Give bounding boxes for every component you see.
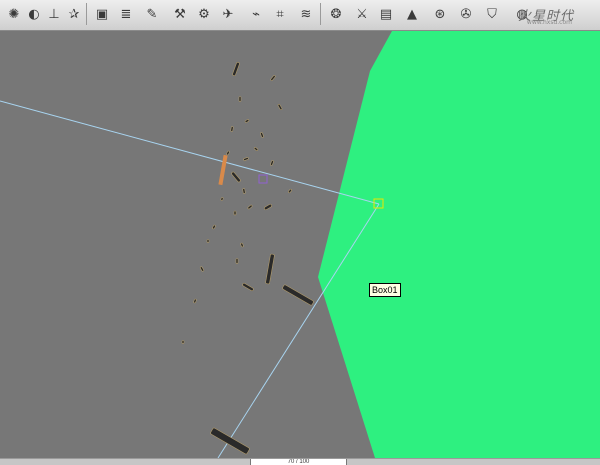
bullet-shell	[212, 224, 216, 230]
bullet-shell	[199, 266, 205, 272]
plane-icon[interactable]: ✈	[218, 3, 238, 25]
shirt-icon[interactable]: ⛉	[482, 3, 502, 25]
toolset-icon[interactable]: ⚔	[352, 3, 372, 25]
bullet-shell	[181, 340, 185, 344]
watermark-url: www.hxsd.com	[526, 19, 572, 26]
bullet-shell	[230, 126, 234, 132]
particle-system-icon[interactable]: ✺	[4, 3, 24, 25]
bullet-shell	[247, 204, 253, 210]
emitter-gizmo	[218, 154, 228, 186]
bullet-shell	[242, 282, 254, 292]
green-plane[interactable]	[318, 31, 600, 458]
wheel-icon[interactable]: ⊛	[430, 3, 450, 25]
knot-icon[interactable]: ❂	[326, 3, 346, 25]
bullet-shell	[270, 75, 276, 81]
viewport-scene[interactable]	[0, 31, 600, 458]
object-name-label: Box01	[369, 283, 401, 297]
bullet-shell	[244, 119, 250, 123]
bullet-shell	[193, 298, 197, 304]
display-panel-icon[interactable]: ▣	[92, 3, 112, 25]
perspective-viewport[interactable]: Box01	[0, 31, 600, 458]
coordinate-readout: 70 / 100	[250, 459, 347, 465]
cylinder-icon[interactable]: ▤	[376, 3, 396, 25]
star-figure-icon[interactable]: ✰	[64, 3, 84, 25]
bullet-shell	[270, 160, 274, 166]
bridge-icon[interactable]: ⌗	[270, 3, 290, 25]
bullet-shell	[288, 188, 292, 194]
bullet-shell	[232, 62, 240, 76]
database-stack-icon[interactable]: ≣	[116, 3, 136, 25]
hand-dryer-icon[interactable]: ⌁	[246, 3, 266, 25]
main-toolbar: ✺ ◐ ⊥ ✰ ▣ ≣ ✎ ⚒ ⚙ ✈ ⌁ ⌗ ≋ ❂ ⚔ ▤ ▲ ⊛ ✇ ⛉ ◍	[0, 0, 600, 31]
fan-icon[interactable]: ✇	[456, 3, 476, 25]
wave-icon[interactable]: ≋	[296, 3, 316, 25]
toolbar-separator	[320, 3, 321, 25]
link-line-top	[0, 100, 380, 205]
bullet-shell	[260, 132, 264, 138]
pushpin-icon[interactable]: ⊥	[44, 3, 64, 25]
bullet-shell	[240, 242, 244, 248]
bullet-shell	[206, 239, 210, 243]
bullet-shell	[243, 157, 249, 161]
bullet-shell	[235, 258, 239, 264]
bullet-shell	[238, 96, 242, 102]
cone-icon[interactable]: ▲	[402, 3, 422, 25]
bullet-shell	[282, 284, 314, 306]
soccer-ball-icon[interactable]: ◐	[24, 3, 44, 25]
bullet-shell	[277, 103, 283, 111]
bullet-shell	[226, 150, 230, 156]
hammer-icon[interactable]: ⚒	[170, 3, 190, 25]
toolbar-separator	[86, 3, 87, 25]
brush-icon[interactable]: ✎	[142, 3, 162, 25]
bullet-shell	[210, 427, 250, 455]
bullet-shell	[242, 188, 246, 194]
bullet-shell	[253, 147, 259, 151]
particle-emitter-icon[interactable]	[258, 174, 268, 184]
bullet-shell	[233, 210, 237, 216]
bullet-shell	[231, 171, 241, 183]
gear-icon[interactable]: ⚙	[194, 3, 214, 25]
bullet-shell	[265, 253, 275, 285]
bullet-shell-particles	[181, 62, 314, 455]
bullet-shell	[220, 197, 224, 201]
bullet-shell	[264, 203, 272, 211]
